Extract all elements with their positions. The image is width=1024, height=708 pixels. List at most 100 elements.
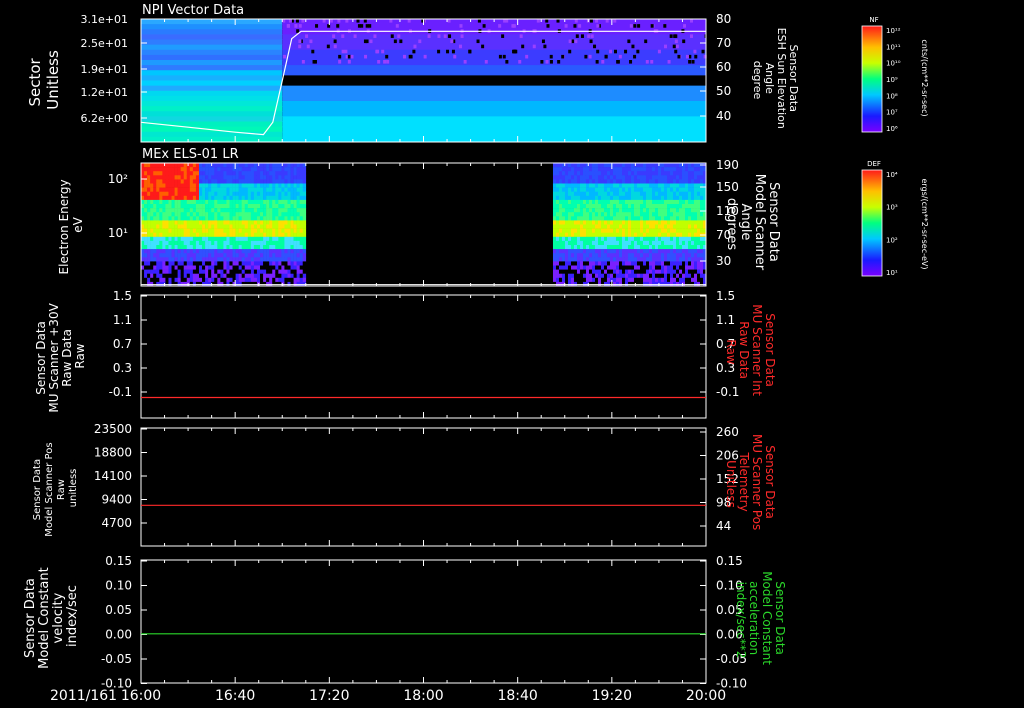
heat-cell — [591, 199, 596, 205]
heat-cell — [281, 216, 285, 221]
heat-cell — [281, 240, 285, 246]
heat-cell — [675, 44, 679, 49]
heat-cell — [699, 261, 704, 266]
heat-cell — [202, 236, 206, 242]
y-tick-label: 0.7 — [113, 337, 132, 351]
heat-cell — [232, 179, 236, 184]
heat-cell — [627, 204, 632, 209]
heat-cell — [570, 183, 575, 188]
heat-cell — [266, 208, 270, 213]
heat-cell — [605, 19, 609, 23]
heat-cell — [177, 228, 181, 233]
heat-cell — [699, 199, 704, 205]
heat-cell — [195, 220, 200, 225]
heat-cell — [302, 257, 307, 262]
heat-cell — [281, 269, 285, 274]
heat-cell — [687, 228, 692, 233]
heat-cell — [360, 24, 364, 28]
heat-cell — [651, 191, 656, 197]
heat-cell — [597, 249, 602, 254]
heat-cell — [684, 191, 689, 197]
heat-cell — [687, 199, 692, 205]
heat-cell — [591, 253, 596, 258]
heat-cell — [156, 228, 160, 233]
heat-cell — [263, 179, 267, 184]
heat-cell — [373, 34, 377, 38]
heat-cell — [183, 232, 188, 238]
heat-cell — [672, 187, 677, 192]
heat-cell — [263, 236, 267, 242]
heat-cell — [235, 249, 239, 254]
heat-cell — [600, 175, 605, 180]
heat-cell — [159, 216, 163, 221]
heat-cell — [338, 60, 342, 64]
heat-cell — [636, 175, 641, 180]
heat-cell — [648, 187, 653, 192]
heat-cell — [579, 277, 584, 283]
heat-cell — [618, 191, 623, 197]
heat-cell — [630, 232, 635, 238]
heat-cell — [159, 249, 163, 254]
heat-cell — [585, 167, 590, 172]
heat-cell — [615, 236, 620, 242]
heat-cell — [141, 257, 145, 262]
heat-cell — [217, 240, 221, 246]
heat-cell — [681, 273, 686, 279]
els-colorbar: DEF 10⁴10³10²10¹ ergs/(cm**2-sr-sec-eV) — [861, 160, 929, 277]
heat-cell — [615, 175, 620, 180]
heat-cell — [168, 269, 172, 274]
heat-cell — [266, 232, 270, 238]
heat-cell — [648, 253, 653, 258]
heat-cell — [235, 212, 239, 217]
heat-cell — [606, 245, 611, 250]
heat-cell — [576, 163, 581, 168]
heat-cell — [624, 183, 629, 188]
heat-cell — [696, 245, 701, 250]
heat-cell — [606, 224, 611, 229]
heat-cell — [269, 191, 273, 197]
heat-cell — [636, 249, 641, 254]
heat-cell — [648, 257, 653, 262]
heat-cell — [639, 175, 644, 180]
heat-cell — [624, 49, 628, 54]
heat-cell — [171, 187, 175, 192]
heat-cell — [153, 228, 157, 233]
heat-cell — [573, 199, 578, 205]
heat-cell — [648, 171, 653, 176]
heat-cell — [150, 261, 154, 266]
heat-cell — [418, 39, 422, 44]
heat-cell — [672, 257, 677, 262]
heat-cell — [687, 269, 692, 274]
y-tick-label: -0.05 — [101, 652, 132, 666]
heat-cell — [272, 195, 276, 201]
heat-cell — [615, 220, 620, 225]
heat-cell — [281, 224, 285, 229]
heat-cell — [223, 265, 227, 270]
heat-cell — [615, 208, 620, 213]
heat-cell — [645, 175, 650, 180]
heat-cell — [223, 212, 227, 217]
heat-cell — [302, 224, 307, 229]
heat-cell — [666, 253, 671, 258]
heat-cell — [299, 232, 304, 238]
heat-cell — [650, 60, 654, 64]
heat-cell — [250, 187, 255, 192]
heat-cell — [162, 216, 166, 221]
heat-cell — [287, 232, 291, 238]
heat-cell — [195, 171, 200, 176]
heat-cell — [195, 245, 200, 250]
heat-cell — [150, 183, 154, 188]
heat-cell — [636, 277, 641, 283]
heat-cell — [567, 240, 572, 246]
heat-cell — [208, 261, 212, 266]
heat-cell — [214, 187, 218, 192]
heat-cell — [639, 195, 644, 201]
heat-cell — [651, 224, 656, 229]
heat-cell — [235, 163, 239, 168]
heat-cell — [627, 183, 632, 188]
heat-cell — [594, 228, 599, 233]
heat-cell — [567, 249, 572, 254]
heat-cell — [675, 195, 680, 201]
heat-cell — [153, 277, 157, 283]
heat-cell — [256, 228, 261, 233]
